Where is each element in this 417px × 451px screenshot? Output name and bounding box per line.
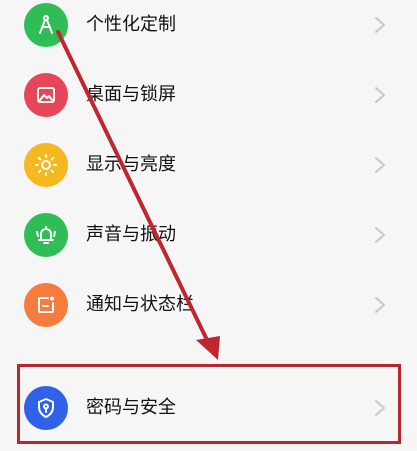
chevron-right-icon (373, 296, 387, 314)
settings-item-password-security[interactable]: 密码与安全 (0, 373, 417, 443)
settings-item-label: 显示与亮度 (86, 154, 176, 175)
settings-item-label: 个性化定制 (86, 14, 176, 35)
shield-icon (24, 386, 68, 430)
settings-item-label: 密码与安全 (86, 397, 176, 418)
notification-icon (24, 283, 68, 327)
settings-item-wallpaper-lockscreen[interactable]: 桌面与锁屏 (0, 60, 417, 130)
settings-item-label: 声音与振动 (86, 224, 176, 245)
image-icon (24, 73, 68, 117)
settings-item-notification-statusbar[interactable]: 通知与状态栏 (0, 270, 417, 340)
settings-item-label: 通知与状态栏 (86, 294, 194, 315)
chevron-right-icon (373, 86, 387, 104)
chevron-right-icon (373, 226, 387, 244)
chevron-right-icon (373, 156, 387, 174)
settings-item-label: 桌面与锁屏 (86, 84, 176, 105)
settings-item-display-brightness[interactable]: 显示与亮度 (0, 130, 417, 200)
settings-item-personalization[interactable]: 个性化定制 (0, 0, 417, 60)
settings-item-sound-vibration[interactable]: 声音与振动 (0, 200, 417, 270)
compass-icon (24, 3, 68, 47)
bell-icon (24, 213, 68, 257)
chevron-right-icon (373, 399, 387, 417)
chevron-right-icon (373, 16, 387, 34)
sun-icon (24, 143, 68, 187)
